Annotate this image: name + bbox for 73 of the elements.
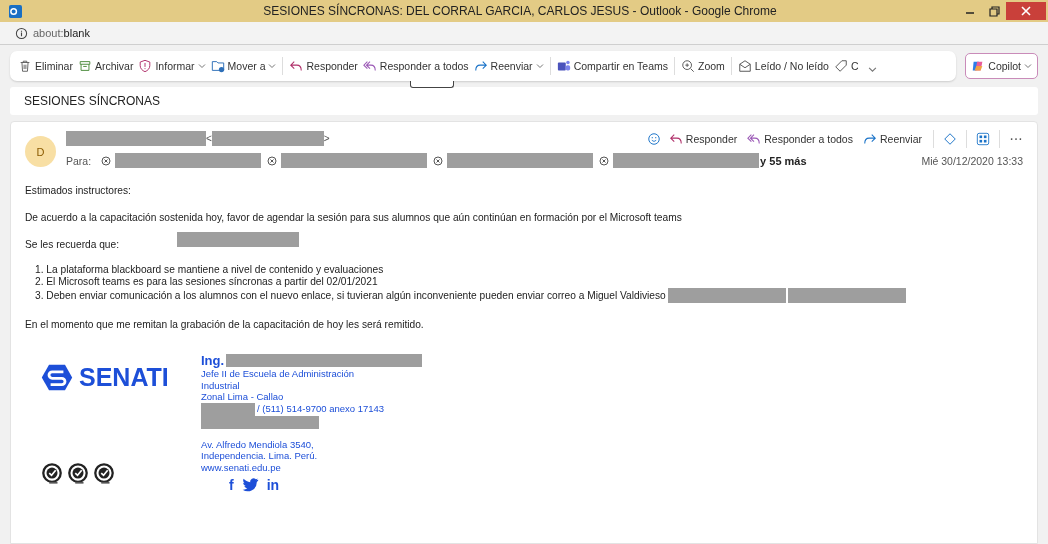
remove-recipient-icon[interactable] <box>433 155 444 166</box>
toolbar-button[interactable]: Responder <box>287 56 360 76</box>
avatar: D <box>25 136 56 167</box>
reply-all-icon <box>747 131 762 146</box>
body-paragraph: Se les recuerda que: <box>25 238 119 250</box>
forward-icon <box>862 131 877 146</box>
signature-title: Ing. <box>201 353 225 368</box>
teams-icon <box>556 59 571 73</box>
certification-seal-icon <box>67 463 89 485</box>
date-text: Mié 30/12/2020 13:33 <box>921 154 1023 167</box>
subject-text: SESIONES SÍNCRONAS <box>24 94 161 108</box>
body-paragraph: En el momento que me remitan la grabación de la capacitación de hoy les será remitido. <box>25 318 424 330</box>
address-line: Av. Alfredo Mendiola 3540, <box>201 438 315 450</box>
overflow-caret-icon[interactable] <box>867 64 877 74</box>
reply-icon <box>668 131 683 146</box>
window-title: SESIONES SÍNCRONAS: DEL CORRAL GARCIA, CARLOS JESUS - Outlook - Google Chrome <box>262 4 778 18</box>
copilot-button[interactable]: Copilot <box>965 53 1038 79</box>
zoom-icon <box>680 59 695 73</box>
bird-icon[interactable] <box>241 478 259 492</box>
toolbar-button[interactable]: Responder a todos <box>360 56 471 76</box>
trash-icon <box>18 59 32 73</box>
toolbar-button[interactable]: Compartir en Teams <box>554 56 670 76</box>
toolbar-button[interactable]: C <box>831 56 861 76</box>
folder-icon <box>210 59 225 73</box>
remove-recipient-icon[interactable] <box>267 155 278 166</box>
reply-all-icon <box>362 59 377 73</box>
facebook-link[interactable]: f <box>229 477 234 493</box>
body-paragraph: Estimados instructores: <box>25 184 131 196</box>
body-paragraph: De acuerdo a la capacitación sostenida hoy, favor de agendar la sesión para sus alumnos que aún continúan en formación por el Microsoft teams <box>25 211 682 223</box>
close-icon[interactable] <box>1006 2 1046 20</box>
phone-text: / (511) 514-9700 anexo 17143 <box>257 403 385 415</box>
logo-text: SENATI <box>79 363 169 392</box>
toolbar-button[interactable]: Archivar <box>75 56 136 76</box>
address-line: www.senati.edu.pe <box>201 461 282 473</box>
list-item: 1. La plataforma blackboard se mantiene a nivel de contenido y evaluaciones <box>35 264 384 275</box>
toolbar-button[interactable]: Eliminar <box>16 56 75 76</box>
remove-recipient-icon[interactable] <box>101 155 112 166</box>
toolbar-button[interactable]: Reenviar <box>471 56 546 76</box>
signature-line: Jefe II de Escuela de Administración <box>201 368 356 380</box>
shield-icon <box>138 59 153 73</box>
toolbar-button[interactable]: Informar <box>136 56 208 76</box>
reply-icon <box>289 59 304 73</box>
tag-icon <box>833 59 848 73</box>
grid-icon[interactable] <box>976 131 990 146</box>
envelope-icon <box>737 59 752 73</box>
list-item: 3. Deben enviar comunicación a los alumnos con el nuevo enlace, si tuvieran algún inconveniente pueden enviar correo a Miguel Valdivieso <box>35 290 666 301</box>
diamond-icon[interactable] <box>943 131 957 146</box>
address-line: Independencia. Lima. Perú. <box>201 450 319 462</box>
linkedin-link[interactable]: in <box>266 477 280 493</box>
list-item: 2. El Microsoft teams es para las sesiones síncronas a partir del 02/01/2021 <box>35 276 378 287</box>
message-action-button[interactable]: Responder a todos <box>745 129 855 148</box>
archive-box-icon <box>77 59 92 73</box>
signature-line: Industrial <box>201 379 241 391</box>
bracket-text: > <box>323 133 330 144</box>
bracket-text: < <box>206 133 212 144</box>
outlook-icon <box>9 4 22 18</box>
signature-line: Zonal Lima - Callao <box>201 391 285 403</box>
more-recipients-link[interactable]: y 55 más <box>760 154 807 167</box>
remove-recipient-icon[interactable] <box>599 155 610 166</box>
certification-seal-icon <box>41 463 63 485</box>
message-action-button[interactable]: Reenviar <box>860 129 924 148</box>
caret-icon <box>1024 62 1032 70</box>
message-action-button[interactable]: Responder <box>666 129 740 148</box>
toolbar-button[interactable]: Zoom <box>678 56 727 76</box>
to-label: Para: <box>66 154 92 167</box>
emoji-icon[interactable] <box>646 131 661 146</box>
toolbar-button[interactable]: Leído / No leído <box>735 56 831 76</box>
info-icon[interactable] <box>15 26 28 40</box>
toolbar-button[interactable]: Mover a <box>208 56 279 76</box>
certification-seal-icon <box>93 463 115 485</box>
hexagon-logo-icon <box>41 363 73 392</box>
url-text[interactable]: about:blank <box>33 27 90 39</box>
forward-icon <box>473 59 488 73</box>
